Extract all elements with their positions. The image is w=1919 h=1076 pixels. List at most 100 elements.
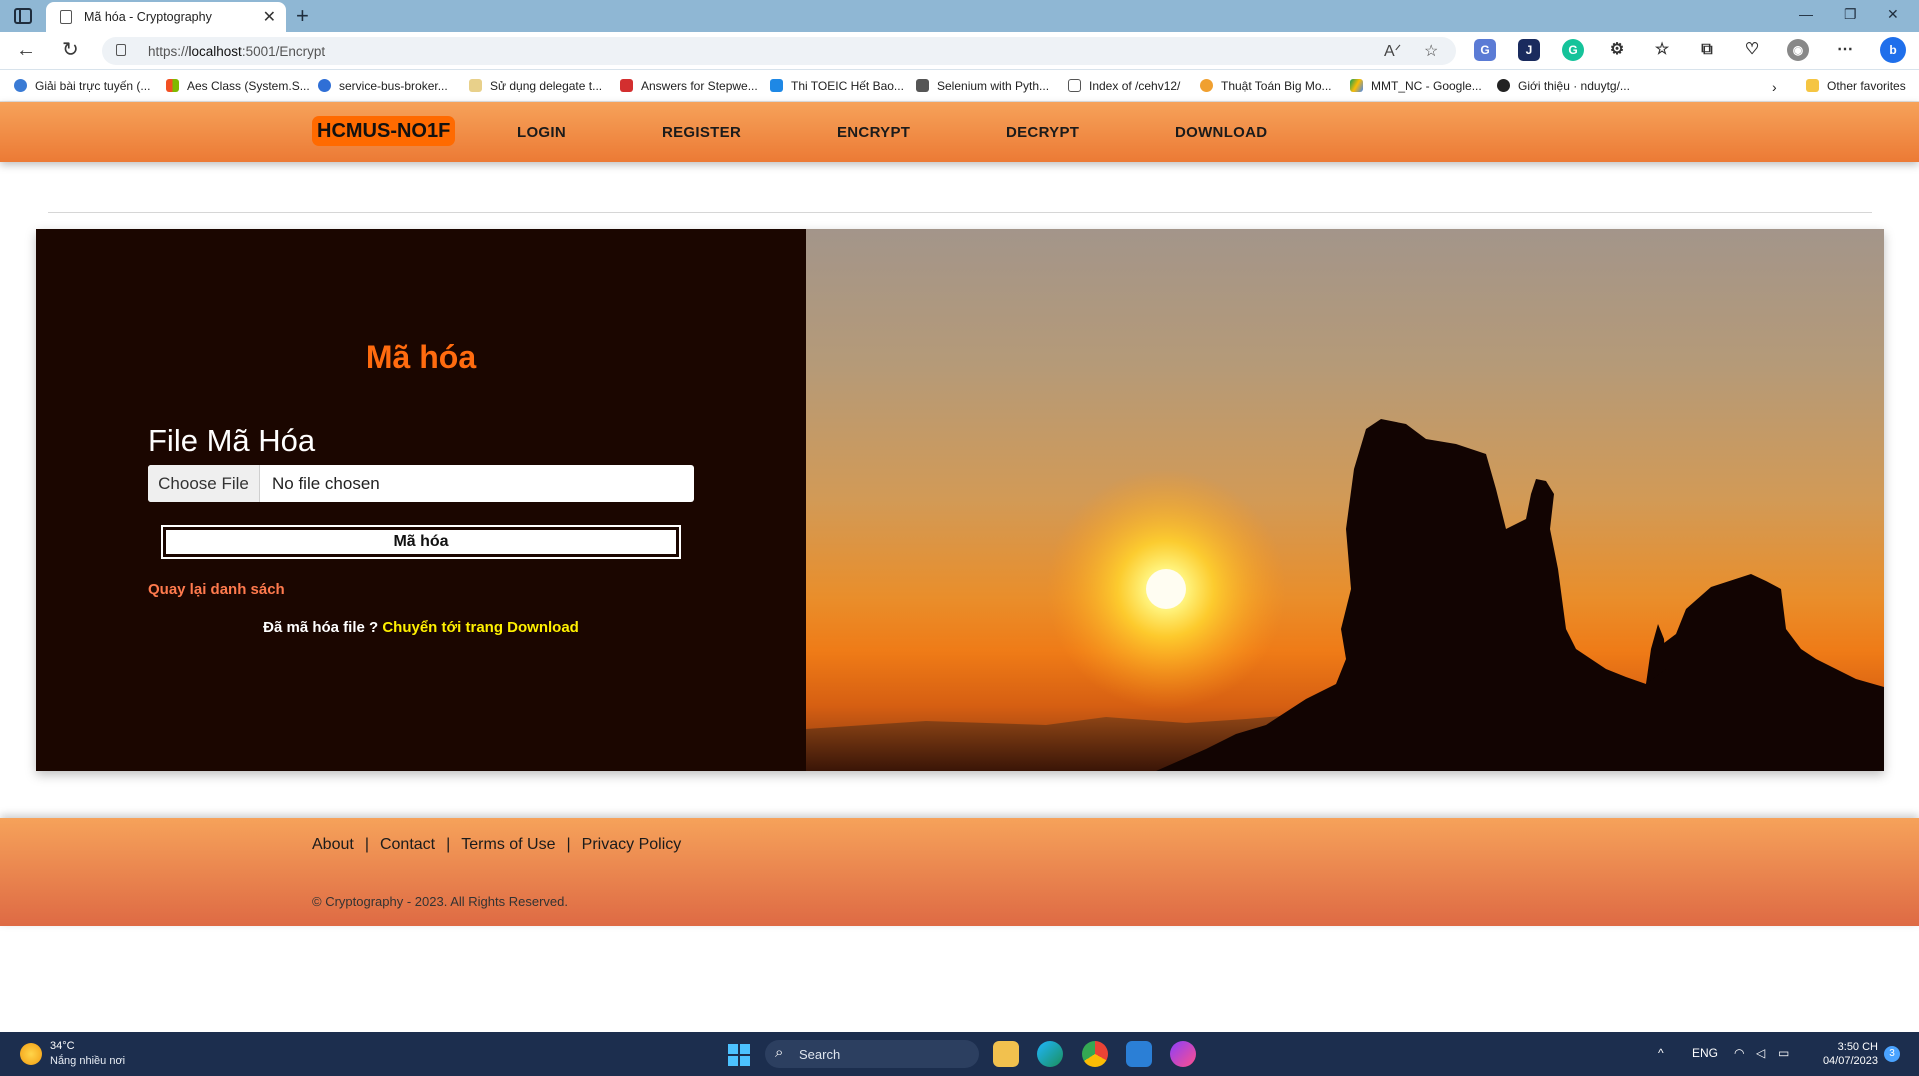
nav-download[interactable]: DOWNLOAD <box>1175 124 1267 141</box>
go-to-download-link[interactable]: Chuyển tới trang Download <box>382 619 579 636</box>
bookmark-item[interactable]: Selenium with Pyth... <box>916 79 1049 93</box>
windows-logo-icon <box>740 1044 750 1054</box>
search-icon: ⌕ <box>775 1044 784 1061</box>
edge-icon[interactable] <box>1037 1041 1063 1067</box>
bookmark-icon <box>14 79 27 92</box>
choose-file-button[interactable]: Choose File <box>148 465 260 502</box>
chrome-icon[interactable] <box>1082 1041 1108 1067</box>
extensions-puzzle-icon[interactable]: ⚙ <box>1606 39 1628 61</box>
nav-decrypt[interactable]: DECRYPT <box>1006 124 1079 141</box>
refresh-icon[interactable]: ↻ <box>62 40 79 60</box>
system-clock[interactable]: 3:50 CH 04/07/2023 <box>1818 1040 1878 1068</box>
bookmark-item[interactable]: Thuật Toán Big Mo... <box>1200 79 1332 93</box>
battery-icon[interactable]: ▭ <box>1778 1046 1789 1060</box>
extension-j-icon[interactable]: J <box>1518 39 1540 61</box>
windows-logo-icon <box>728 1044 738 1054</box>
sidebar-toggle-icon[interactable] <box>14 8 32 24</box>
weather-icon[interactable] <box>20 1043 42 1065</box>
bookmarks-bar: Giải bài trực tuyến (... Aes Class (Syst… <box>0 70 1919 102</box>
hint-text: Đã mã hóa file ? <box>263 619 383 636</box>
tab-title: Mã hóa - Cryptography <box>84 10 212 24</box>
footer-separator: | <box>364 836 369 853</box>
bookmark-icon <box>1068 79 1081 92</box>
footer-contact-link[interactable]: Contact <box>380 836 435 853</box>
site-footer: About | Contact | Terms of Use | Privacy Polic… <box>0 818 1919 926</box>
copyright: © Cryptography - 2023. All Rights Reserv… <box>312 894 568 909</box>
clock-time: 3:50 CH <box>1837 1041 1878 1053</box>
bookmark-item[interactable]: Giải bài trực tuyến (... <box>14 79 150 93</box>
clock-date: 04/07/2023 <box>1822 1055 1878 1067</box>
profile-avatar-icon[interactable]: ◉ <box>1787 39 1809 61</box>
wifi-icon[interactable]: ◠ <box>1734 1046 1744 1060</box>
nav-encrypt[interactable]: ENCRYPT <box>837 124 910 141</box>
other-favorites-folder[interactable]: Other favorites <box>1806 79 1906 93</box>
folder-icon <box>1806 79 1819 92</box>
minimize-icon[interactable]: — <box>1799 6 1813 22</box>
messenger-icon[interactable] <box>1170 1041 1196 1067</box>
input-language[interactable]: ENG <box>1692 1046 1718 1060</box>
start-button[interactable] <box>728 1044 750 1066</box>
new-tab-icon[interactable]: + <box>296 3 309 29</box>
bing-copilot-icon[interactable]: b <box>1880 37 1906 63</box>
bookmark-item[interactable]: Thi TOEIC Hết Bao... <box>770 79 904 93</box>
favorites-icon[interactable]: ☆ <box>1651 39 1673 61</box>
browser-essentials-icon[interactable]: ♡ <box>1741 39 1763 61</box>
close-tab-icon[interactable]: ✕ <box>263 7 276 27</box>
bookmark-icon <box>620 79 633 92</box>
bookmark-icon <box>166 79 179 92</box>
browser-tab[interactable]: Mã hóa - Cryptography ✕ <box>46 2 286 32</box>
bookmark-icon <box>318 79 331 92</box>
footer-terms-link[interactable]: Terms of Use <box>461 836 555 853</box>
vscode-icon[interactable] <box>1126 1041 1152 1067</box>
search-placeholder: Search <box>799 1047 841 1062</box>
bookmark-icon <box>770 79 783 92</box>
notification-badge[interactable]: 3 <box>1884 1046 1900 1062</box>
file-explorer-icon[interactable] <box>993 1041 1019 1067</box>
collections-icon[interactable]: ⧉ <box>1696 39 1718 61</box>
footer-privacy-link[interactable]: Privacy Policy <box>582 836 682 853</box>
url-text[interactable]: https://localhost:5001/Encrypt <box>148 44 325 59</box>
weather-description[interactable]: Nắng nhiều nơi <box>50 1055 125 1067</box>
show-hidden-icons-icon[interactable]: ^ <box>1658 1046 1664 1060</box>
bookmarks-overflow-icon[interactable]: › <box>1772 79 1777 95</box>
bookmark-item[interactable]: Sử dụng delegate t... <box>469 79 602 93</box>
bookmark-item[interactable]: Aes Class (System.S... <box>166 79 310 93</box>
grammarly-extension-icon[interactable]: G <box>1562 39 1584 61</box>
bookmark-item[interactable]: Answers for Stepwe... <box>620 79 758 93</box>
footer-about-link[interactable]: About <box>312 836 354 853</box>
nav-login[interactable]: LOGIN <box>517 124 566 141</box>
sunset-photo <box>806 229 1884 771</box>
address-bar[interactable]: https://localhost:5001/Encrypt Aᐟ ☆ <box>102 37 1456 65</box>
read-aloud-icon[interactable]: Aᐟ <box>1384 41 1401 61</box>
close-window-icon[interactable]: ✕ <box>1887 6 1899 23</box>
restore-icon[interactable]: ❐ <box>1844 6 1857 23</box>
translate-extension-icon[interactable]: G <box>1474 39 1496 61</box>
address-toolbar: ← ↻ https://localhost:5001/Encrypt Aᐟ ☆ … <box>0 32 1919 70</box>
file-status-text: No file chosen <box>272 474 380 493</box>
weather-temperature[interactable]: 34°C <box>50 1040 75 1052</box>
footer-links: About | Contact | Terms of Use | Privacy Polic… <box>312 836 681 854</box>
encrypt-submit-button[interactable]: Mã hóa <box>161 525 681 559</box>
browser-tab-bar: Mã hóa - Cryptography ✕ + — ❐ ✕ <box>0 0 1919 32</box>
footer-separator: | <box>566 836 571 853</box>
bookmark-icon <box>1497 79 1510 92</box>
back-icon[interactable]: ← <box>16 40 36 60</box>
more-options-icon[interactable]: ⋯ <box>1834 39 1856 61</box>
encrypt-card: Mã hóa File Mã Hóa Choose File No file c… <box>36 229 1884 771</box>
volume-icon[interactable]: ◁ <box>1756 1046 1765 1060</box>
site-brand[interactable]: HCMUS-NO1F <box>312 116 456 146</box>
bookmark-item[interactable]: Index of /cehv12/ <box>1068 79 1180 93</box>
site-header: HCMUS-NO1F LOGIN REGISTER ENCRYPT DECRYP… <box>0 102 1919 162</box>
bookmark-item[interactable]: MMT_NC - Google... <box>1350 79 1482 93</box>
bookmark-item[interactable]: Giới thiệu · nduytg/... <box>1497 79 1630 93</box>
bookmark-item[interactable]: service-bus-broker... <box>318 79 448 93</box>
sun <box>1146 569 1186 609</box>
taskbar-search[interactable]: ⌕ Search <box>765 1040 979 1068</box>
footer-separator: | <box>446 836 451 853</box>
back-to-list-link[interactable]: Quay lại danh sách <box>148 581 285 598</box>
lock-icon[interactable] <box>116 44 126 56</box>
favorite-star-icon[interactable]: ☆ <box>1424 41 1438 61</box>
nav-register[interactable]: REGISTER <box>662 124 741 141</box>
windows-logo-icon <box>728 1056 738 1066</box>
file-input[interactable]: Choose File No file chosen <box>148 465 694 502</box>
